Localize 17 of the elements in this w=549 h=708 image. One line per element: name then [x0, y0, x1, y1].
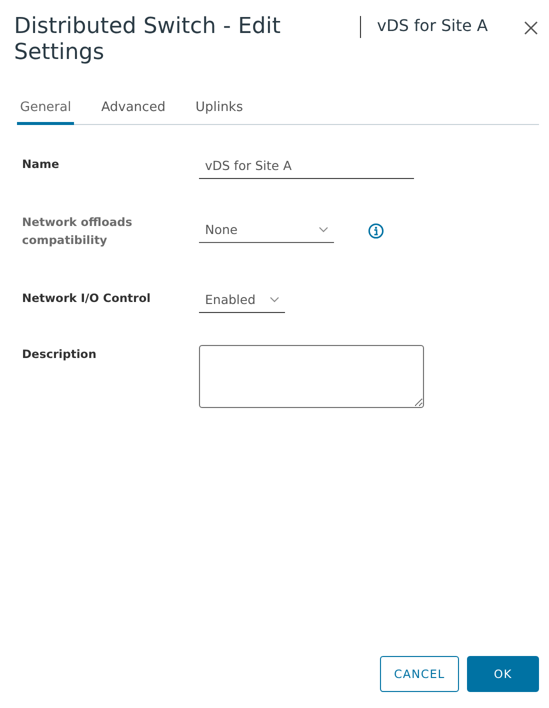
- close-button[interactable]: [523, 20, 539, 36]
- tab[interactable]: Advanced: [98, 96, 168, 125]
- field-label: Network offloads compatibility: [22, 214, 134, 249]
- tab[interactable]: General: [17, 96, 74, 125]
- dialog-title: Distributed Switch - Edit Settings: [14, 14, 282, 66]
- field-label: Network I/O Control: [22, 290, 152, 307]
- field-label: Description: [22, 346, 98, 363]
- tab[interactable]: Uplinks: [192, 96, 246, 125]
- description-field[interactable]: [199, 345, 424, 408]
- cancel-button[interactable]: CANCEL: [380, 656, 459, 692]
- ok-button[interactable]: OK: [467, 656, 539, 692]
- dialog-subtitle: vDS for Site A: [377, 16, 489, 35]
- dropdown[interactable]: Enabled: [199, 289, 285, 313]
- field-label: Name: [22, 156, 60, 173]
- name-field[interactable]: vDS for Site A: [199, 155, 414, 179]
- caret-icon: [319, 226, 328, 232]
- caret-icon: [270, 296, 279, 302]
